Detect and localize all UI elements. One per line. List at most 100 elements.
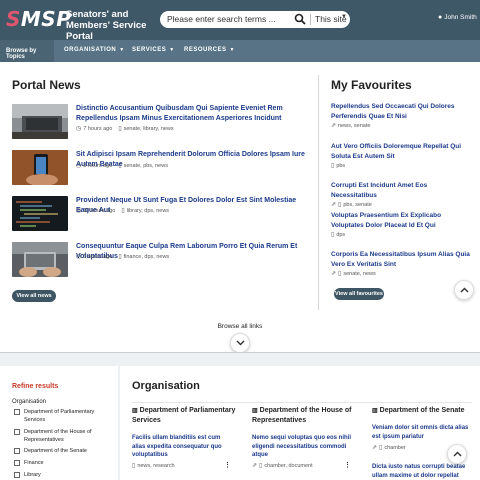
bookmark-icon: ▯: [118, 126, 122, 132]
checkbox[interactable]: [14, 448, 20, 454]
favourite-link[interactable]: Corporis Ea Necessitatibus Ipsum Alias Q…: [331, 250, 473, 269]
chevron-up-icon: [460, 287, 469, 293]
news-thumbnail[interactable]: [12, 242, 68, 277]
building-icon: ▥: [252, 408, 258, 414]
scroll-up-button[interactable]: [447, 444, 467, 464]
chevron-down-icon: ▼: [169, 47, 175, 53]
org-link-meta: ⇗ ▯ chamber, document: [252, 463, 313, 469]
checkbox[interactable]: [14, 460, 20, 466]
search-input[interactable]: Please enter search terms ...: [167, 14, 276, 24]
favourite-meta: ▯ dps: [331, 232, 346, 238]
clock-icon: ◷: [76, 208, 82, 214]
news-thumbnail[interactable]: [12, 104, 68, 139]
favourite-link[interactable]: Aut Vero Officiis Doloremque Repellat Qu…: [331, 142, 473, 161]
refine-results-title: Refine results: [12, 383, 59, 390]
news-item: Consequuntur Eaque Culpa Rem Laborum Por…: [12, 242, 312, 282]
bookmark-icon: ▯: [121, 208, 125, 214]
bookmark-icon: ▯: [118, 163, 122, 169]
checkbox[interactable]: [14, 429, 20, 435]
organisation-title: Organisation: [132, 380, 200, 392]
org-column-title: ▥ Department of the House of Representati…: [252, 407, 352, 424]
browse-all-links[interactable]: Browse all links: [0, 323, 480, 330]
facet-option[interactable]: Department of the Senate: [14, 448, 118, 456]
favourite-meta: ⇗ news, senate: [331, 123, 371, 129]
facet-option[interactable]: Department of Parliamentary Services: [14, 409, 118, 425]
org-link[interactable]: Dicta iusto natus corrupti beatae ullam …: [372, 463, 472, 480]
news-link[interactable]: Distinctio Accusantium Quibusdam Qui Sap…: [76, 104, 312, 124]
news-item: Provident Neque Ut Sunt Fuga Et Dolores …: [12, 196, 312, 236]
view-all-favourites-button[interactable]: View all favourites: [334, 288, 384, 300]
facet-option[interactable]: Department of the House of Representativ…: [14, 429, 118, 445]
nav-resources[interactable]: RESOURCES ▼: [184, 47, 235, 53]
search-icon[interactable]: [294, 13, 306, 25]
org-link[interactable]: Facilis ullam blanditiis est cum alias e…: [132, 434, 232, 460]
my-favourites-title: My Favourites: [331, 78, 412, 92]
refine-organisation-heading: Organisation: [12, 399, 47, 405]
external-link-icon: ⇗: [331, 123, 337, 129]
org-column-title: ▥ Department of the Senate: [372, 407, 465, 414]
facet-option[interactable]: Library: [14, 472, 118, 480]
view-all-news-button[interactable]: View all news: [12, 290, 56, 302]
bookmark-icon: ▯: [338, 271, 342, 277]
expand-links-button[interactable]: [230, 333, 250, 353]
portal-title: Senators' and Members' Service Portal: [66, 9, 147, 42]
bookmark-icon: ▯: [331, 232, 335, 238]
favourite-item: Repellendus Sed Occaecati Qui Dolores Pe…: [331, 102, 473, 129]
portal-news-title: Portal News: [12, 78, 81, 92]
news-item: Distinctio Accusantium Quibusdam Qui Sap…: [12, 104, 312, 144]
bookmark-icon: ▯: [259, 463, 263, 469]
org-link-meta: ▯ news, research: [132, 463, 175, 469]
news-thumbnail[interactable]: [12, 150, 68, 185]
user-menu[interactable]: ● John Smith: [438, 14, 477, 21]
chevron-down-icon: ▼: [119, 47, 125, 53]
external-link-icon: ⇗: [252, 463, 258, 469]
more-options-icon[interactable]: ⋮: [344, 461, 351, 469]
checkbox[interactable]: [14, 409, 20, 415]
nav-services[interactable]: SERVICES ▼: [132, 47, 175, 53]
clock-icon: ◷: [76, 126, 82, 132]
news-meta: ◷ 10 hours ago ▯ library, dps, news: [76, 208, 170, 214]
chevron-down-icon: ▼: [229, 47, 235, 53]
favourite-meta: ⇗ ▯ senate, news: [331, 271, 376, 277]
building-icon: ▥: [372, 408, 378, 414]
chevron-up-icon: [453, 451, 462, 457]
more-options-icon[interactable]: ⋮: [224, 461, 231, 469]
bookmark-icon: ▯: [118, 254, 122, 260]
org-link[interactable]: Veniam dolor sit omnis dicta alias est i…: [372, 424, 472, 441]
clock-icon: ◷: [76, 163, 82, 169]
main-nav: Browse by Topics ORGANISATION ▼ SERVICES ▼…: [0, 40, 480, 62]
scroll-up-button[interactable]: [454, 280, 474, 300]
favourite-item: Aut Vero Officiis Doloremque Repellat Qu…: [331, 142, 473, 169]
chevron-down-icon: [236, 340, 245, 346]
external-link-icon: ⇗: [331, 202, 337, 208]
favourite-item: Corrupti Est Incidunt Amet Eos Necessita…: [331, 181, 473, 208]
favourite-link[interactable]: Corrupti Est Incidunt Amet Eos Necessita…: [331, 181, 473, 200]
news-meta: ◷ 5 hours ago ▯ finance, dps, news: [76, 254, 170, 260]
org-header-divider: [132, 402, 472, 403]
building-icon: ▥: [132, 408, 138, 414]
external-link-icon: ⇗: [372, 445, 378, 451]
favourite-link[interactable]: Repellendus Sed Occaecati Qui Dolores Pe…: [331, 102, 473, 121]
favourite-meta: ⇗ ▯ pbs, senate: [331, 202, 372, 208]
facet-option[interactable]: Finance: [14, 460, 118, 468]
smsp-logo[interactable]: SMSP: [6, 8, 71, 30]
user-name: John Smith: [444, 14, 477, 21]
news-meta: ◷ 3 hours ago ▯ senate, pbs, news: [76, 163, 168, 169]
user-icon: ●: [438, 14, 443, 21]
favourite-item: Voluptas Praesentium Ex Explicabo Volupt…: [331, 211, 473, 238]
site-header: SMSP Senators' and Members' Service Port…: [0, 0, 480, 42]
favourite-meta: ▯ pbs: [331, 163, 346, 169]
nav-organisation[interactable]: ORGANISATION ▼: [64, 47, 125, 53]
org-link[interactable]: Nemo sequi voluptas quo eos nihil eligen…: [252, 434, 352, 460]
column-divider: [318, 75, 319, 310]
news-item: Sit Adipisci Ipsam Reprehenderit Dolorum…: [12, 150, 312, 190]
browse-by-topics[interactable]: Browse by Topics: [0, 40, 54, 62]
favourite-link[interactable]: Voluptas Praesentium Ex Explicabo Volupt…: [331, 211, 473, 230]
search-bar: Please enter search terms ... This site …: [160, 11, 350, 28]
clock-icon: ◷: [76, 254, 82, 260]
section-divider: [0, 352, 480, 353]
news-thumbnail[interactable]: [12, 196, 68, 231]
checkbox[interactable]: [14, 472, 20, 478]
bookmark-icon: ▯: [331, 163, 335, 169]
bookmark-icon: ▯: [132, 463, 136, 469]
